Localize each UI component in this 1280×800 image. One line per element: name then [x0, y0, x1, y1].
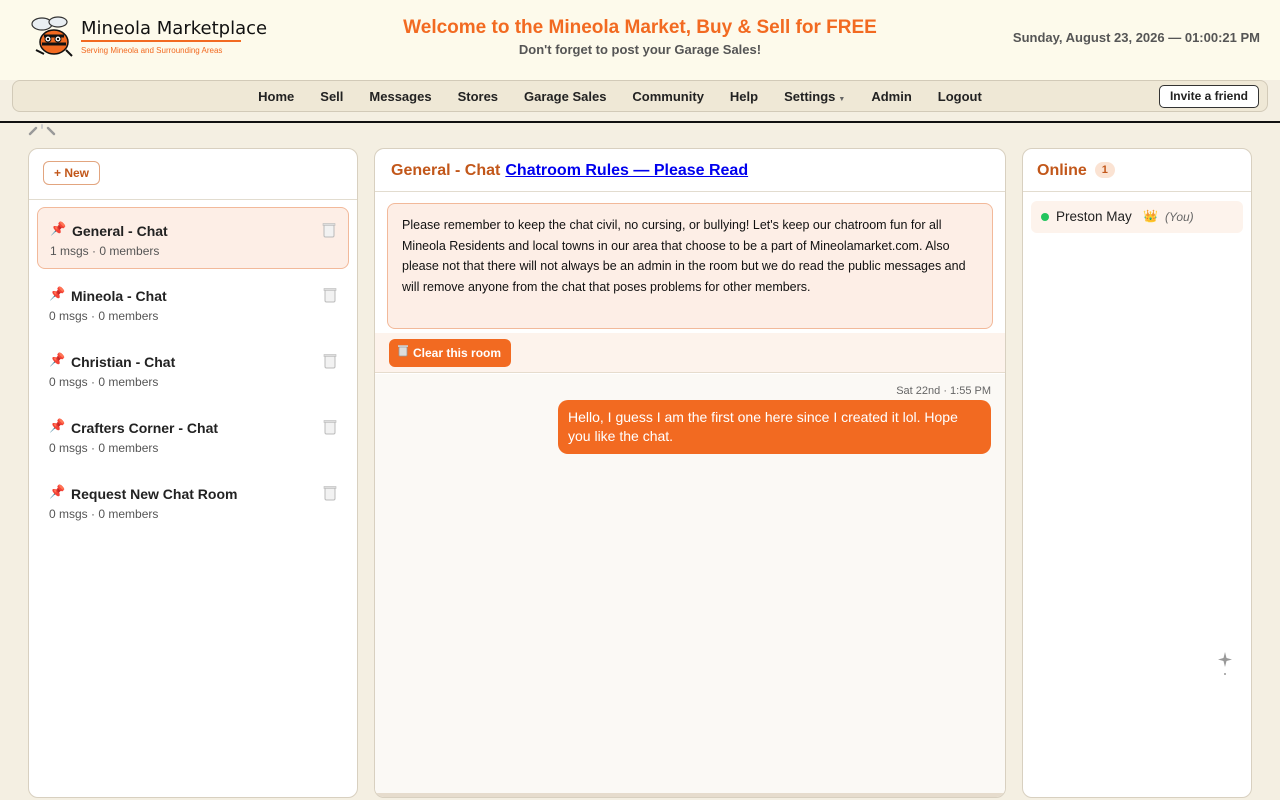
pin-icon: 📌	[49, 484, 66, 499]
room-name: Request New Chat Room	[71, 486, 238, 502]
rooms-panel: + New 📌 General - Chat 1 msgs · 0 member…	[28, 148, 358, 798]
caret-down-icon: ▼	[838, 95, 846, 103]
trash-icon[interactable]	[323, 485, 337, 501]
chat-header-divider	[375, 191, 1005, 192]
logo-underline	[81, 40, 241, 42]
logo-subtitle: Serving Mineola and Surrounding Areas	[81, 46, 223, 55]
nav-logout[interactable]: Logout	[938, 89, 982, 104]
room-meta: 0 msgs · 0 members	[49, 507, 159, 521]
rooms-divider	[29, 199, 357, 200]
room-item-general[interactable]: 📌 General - Chat 1 msgs · 0 members	[37, 207, 349, 269]
crown-icon: 👑	[1143, 209, 1158, 223]
trash-icon	[397, 339, 409, 367]
logo-title: Mineola Marketplace	[81, 18, 268, 39]
clear-room-label: Clear this room	[413, 346, 502, 360]
nav-sell[interactable]: Sell	[320, 89, 343, 104]
online-header: Online 1	[1037, 162, 1115, 180]
nav-settings[interactable]: Settings ▼	[784, 89, 845, 104]
room-name: General - Chat	[72, 223, 168, 239]
header-divider	[0, 121, 1280, 123]
top-header: Mineola Marketplace Serving Mineola and …	[0, 0, 1280, 80]
current-datetime: Sunday, August 23, 2026 — 01:00:21 PM	[1012, 30, 1260, 45]
online-count-badge: 1	[1094, 162, 1115, 178]
online-user-name: Preston May	[1056, 209, 1132, 224]
chatroom-rules-link[interactable]: Chatroom Rules — Please Read	[505, 162, 748, 179]
nav-settings-label: Settings	[784, 88, 836, 104]
message-bubble: Hello, I guess I am the first one here s…	[558, 400, 991, 454]
pin-icon: 📌	[49, 418, 66, 433]
nav-garage-sales[interactable]: Garage Sales	[524, 89, 606, 104]
room-item-crafters-corner[interactable]: 📌 Crafters Corner - Chat 0 msgs · 0 memb…	[37, 405, 349, 467]
online-title: Online	[1037, 162, 1087, 179]
nav-home[interactable]: Home	[258, 89, 294, 104]
online-panel: Online 1 Preston May 👑 (You)	[1022, 148, 1252, 798]
room-name: Crafters Corner - Chat	[71, 420, 219, 436]
new-room-button[interactable]: + New	[43, 161, 101, 185]
nav-community[interactable]: Community	[632, 89, 704, 104]
room-meta: 0 msgs · 0 members	[49, 309, 159, 323]
room-item-request-new[interactable]: 📌 Request New Chat Room 0 msgs · 0 membe…	[37, 471, 349, 533]
hornet-mascot-icon	[31, 16, 73, 57]
pin-icon: 📌	[49, 286, 66, 301]
welcome-heading: Welcome to the Mineola Market, Buy & Sel…	[403, 17, 877, 38]
room-meta: 0 msgs · 0 members	[49, 441, 159, 455]
loading-spinner-icon	[28, 124, 56, 136]
clear-room-button[interactable]: Clear this room	[389, 339, 512, 367]
garage-sale-reminder: Don't forget to post your Garage Sales!	[518, 42, 762, 57]
pin-icon: 📌	[49, 352, 66, 367]
nav-admin[interactable]: Admin	[871, 89, 911, 104]
trash-icon[interactable]	[323, 287, 337, 303]
nav-messages[interactable]: Messages	[369, 89, 431, 104]
logo[interactable]: Mineola Marketplace Serving Mineola and …	[28, 14, 267, 60]
nav-help[interactable]: Help	[730, 89, 758, 104]
online-user[interactable]: Preston May 👑 (You)	[1031, 201, 1243, 233]
main-navbar: Home Sell Messages Stores Garage Sales C…	[12, 80, 1268, 112]
online-status-dot	[1041, 213, 1049, 221]
trash-icon[interactable]	[323, 353, 337, 369]
nav-stores[interactable]: Stores	[458, 89, 498, 104]
trash-icon[interactable]	[322, 222, 336, 238]
chat-bottom-border	[375, 793, 1005, 797]
online-divider	[1023, 191, 1251, 192]
sparkle-icon[interactable]	[1217, 651, 1233, 677]
invite-friend-button[interactable]: Invite a friend	[1158, 85, 1259, 108]
message-list[interactable]: Sat 22nd · 1:55 PM Hello, I guess I am t…	[375, 374, 1005, 794]
chat-room-title: General - Chat	[391, 162, 501, 179]
chatroom-rules-notice: Please remember to keep the chat civil, …	[387, 203, 993, 329]
room-item-mineola[interactable]: 📌 Mineola - Chat 0 msgs · 0 members	[37, 273, 349, 335]
room-meta: 1 msgs · 0 members	[50, 244, 160, 258]
room-name: Mineola - Chat	[71, 288, 167, 304]
room-meta: 0 msgs · 0 members	[49, 375, 159, 389]
room-actions-bar: Clear this room	[375, 333, 1005, 373]
room-name: Christian - Chat	[71, 354, 176, 370]
pin-icon: 📌	[50, 221, 67, 236]
chat-panel: General - Chat Chatroom Rules — Please Re…	[374, 148, 1006, 798]
you-label: (You)	[1165, 210, 1194, 224]
message-timestamp: Sat 22nd · 1:55 PM	[896, 385, 991, 397]
trash-icon[interactable]	[323, 419, 337, 435]
chat-header: General - Chat Chatroom Rules — Please Re…	[391, 162, 748, 180]
room-item-christian[interactable]: 📌 Christian - Chat 0 msgs · 0 members	[37, 339, 349, 401]
